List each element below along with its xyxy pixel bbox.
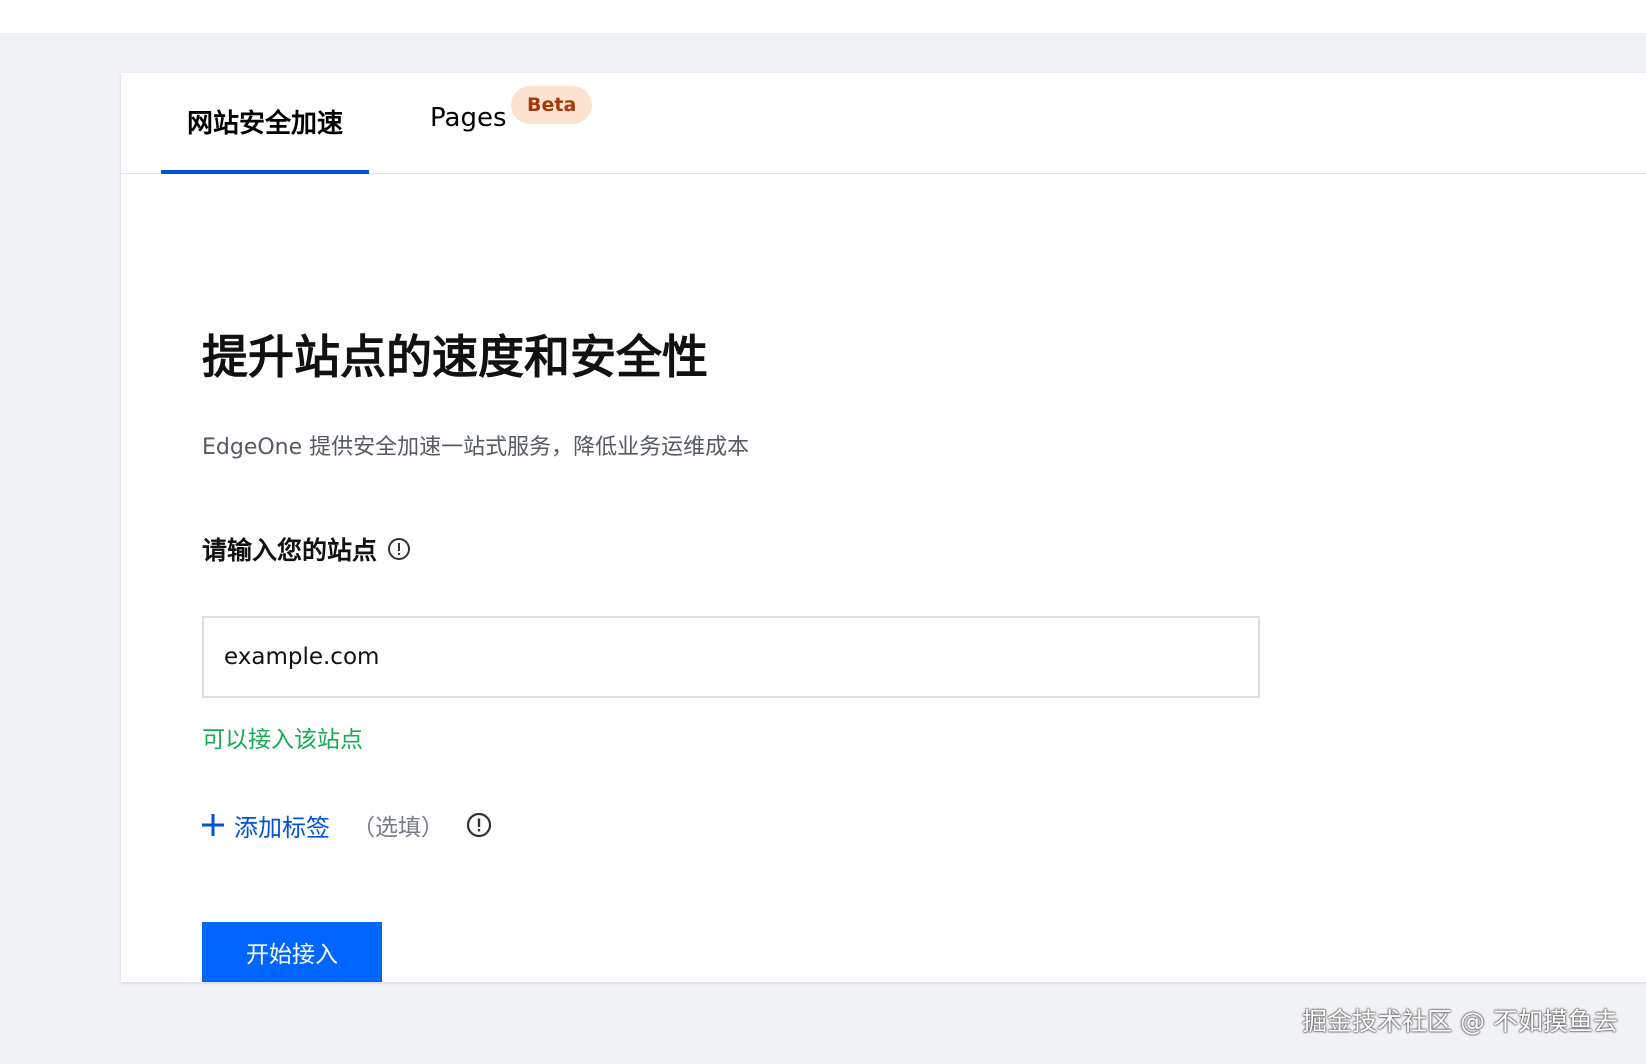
- add-tag-label: 添加标签: [234, 813, 330, 842]
- tab-site-acceleration-label: 网站安全加速: [186, 109, 343, 139]
- main-card: 网站安全加速 Pages Beta 提升站点的速度和安全性 EdgeOne 提供…: [121, 73, 1646, 982]
- beta-badge: Beta: [511, 86, 593, 124]
- active-tab-indicator: [161, 170, 369, 174]
- site-field-label-row: 请输入您的站点: [202, 531, 411, 567]
- page-subtitle: EdgeOne 提供安全加速一站式服务，降低业务运维成本: [202, 435, 750, 460]
- start-onboarding-button[interactable]: 开始接入: [202, 922, 382, 982]
- plus-icon: [202, 814, 224, 836]
- tab-pages-label: Pages: [430, 103, 507, 133]
- tab-bar: 网站安全加速 Pages Beta: [121, 73, 1646, 174]
- add-tag-button[interactable]: 添加标签: [202, 808, 330, 843]
- page-title: 提升站点的速度和安全性: [202, 330, 708, 384]
- top-bar: [0, 0, 1646, 33]
- optional-hint: （选填）: [352, 815, 444, 841]
- site-input[interactable]: [202, 616, 1260, 698]
- tab-pages[interactable]: Pages: [430, 103, 507, 133]
- tag-row: 添加标签 （选填）: [202, 805, 492, 845]
- site-field-label: 请输入您的站点: [202, 536, 378, 565]
- site-status-text: 可以接入该站点: [202, 727, 363, 753]
- info-circle-icon[interactable]: [387, 537, 411, 561]
- watermark: 掘金技术社区 @ 不如摸鱼去: [1302, 1007, 1618, 1036]
- info-circle-icon[interactable]: [466, 812, 492, 838]
- tab-site-acceleration[interactable]: 网站安全加速: [161, 103, 369, 174]
